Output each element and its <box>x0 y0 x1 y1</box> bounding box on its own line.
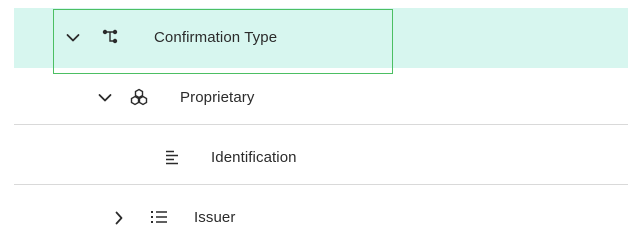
tree-node-label: Identification <box>211 149 297 166</box>
tree-node-confirmation-type[interactable]: Confirmation Type <box>14 8 628 68</box>
tree-node-label: Confirmation Type <box>154 29 278 46</box>
tree-node-label: Issuer <box>194 209 236 226</box>
tree-node-proprietary[interactable]: Proprietary <box>14 68 628 125</box>
text-align-left-icon <box>163 148 181 166</box>
chevron-down-icon[interactable] <box>96 89 114 107</box>
hierarchy-icon <box>101 28 119 46</box>
modules-icon <box>130 88 148 106</box>
chevron-down-icon[interactable] <box>64 29 82 47</box>
tree-node-issuer[interactable]: Issuer <box>14 188 628 248</box>
tree-node-label: Proprietary <box>180 89 255 106</box>
list-icon <box>150 208 168 226</box>
chevron-right-icon[interactable] <box>110 209 128 227</box>
tree-view: Confirmation Type Proprietary Identifica… <box>0 0 628 244</box>
tree-node-identification[interactable]: Identification <box>14 128 628 185</box>
